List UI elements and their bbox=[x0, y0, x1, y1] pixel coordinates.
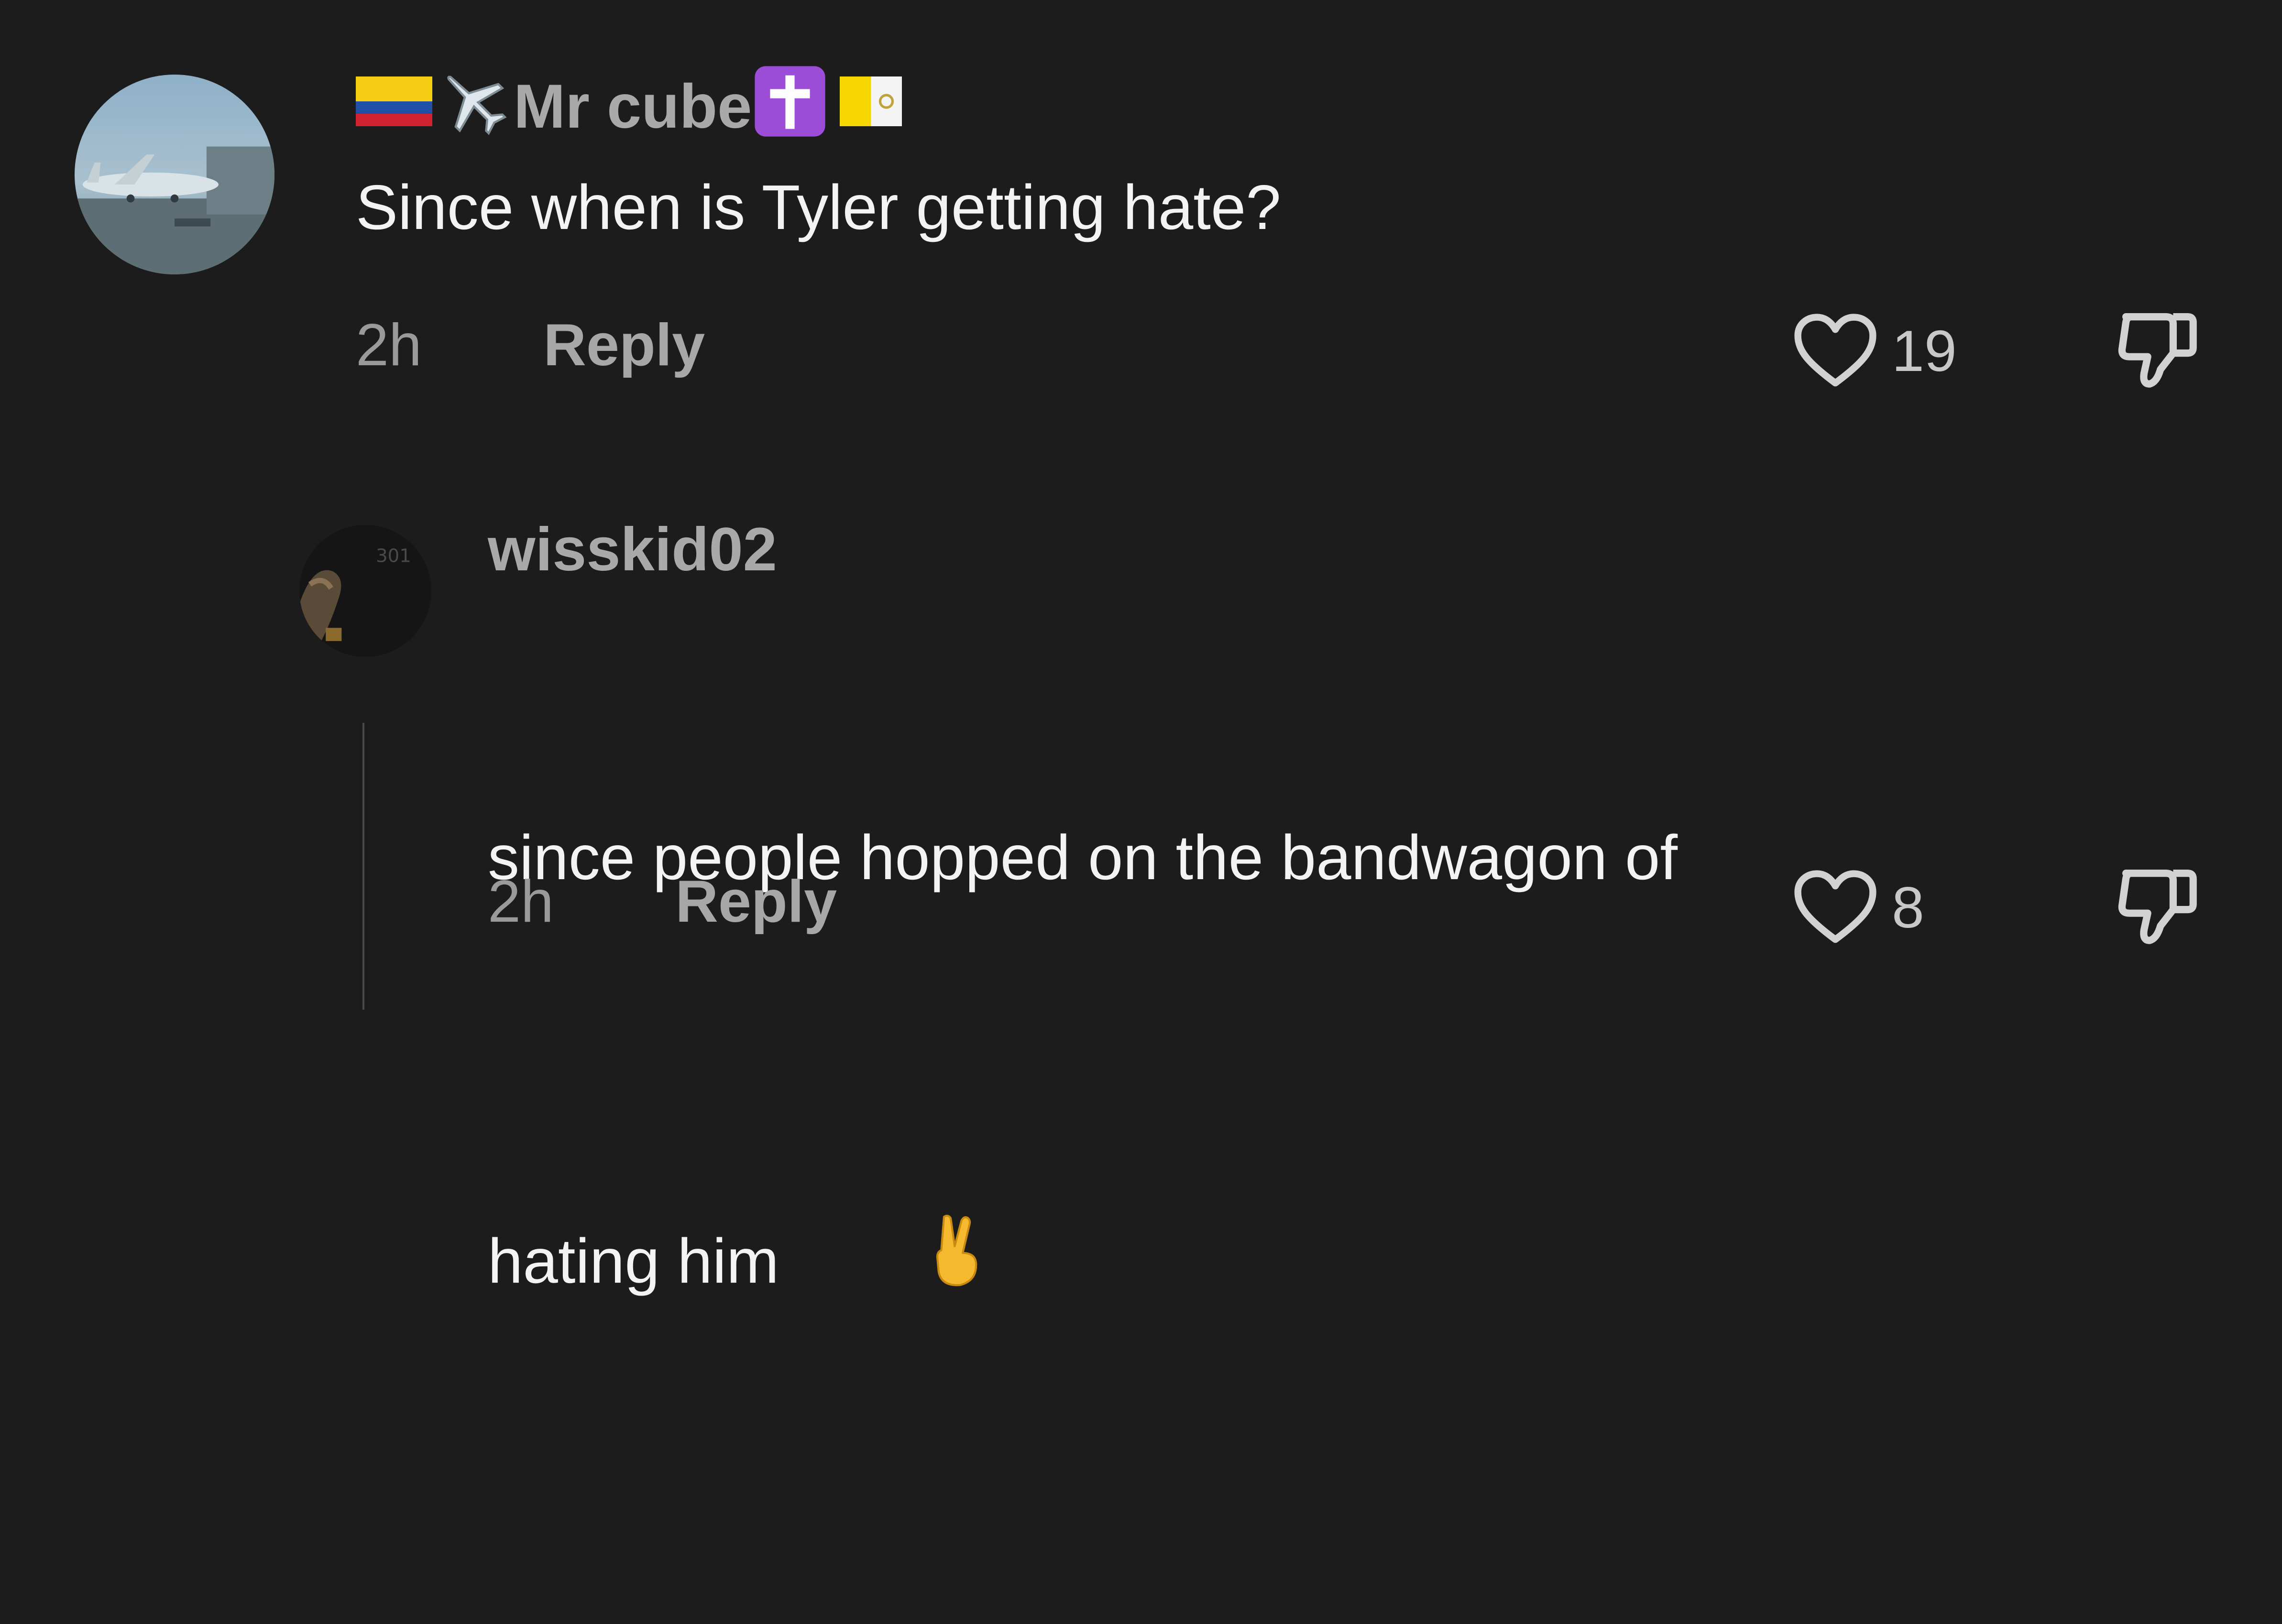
vatican-flag-icon bbox=[840, 70, 902, 142]
comment-actions: 2h Reply bbox=[488, 872, 837, 931]
thumbs-down-icon bbox=[2111, 861, 2206, 951]
thumbs-down-icon bbox=[2111, 304, 2206, 395]
comment-text-line: hating him bbox=[488, 1110, 1678, 1422]
like-count: 19 bbox=[1892, 318, 1957, 383]
dislike-button[interactable] bbox=[2111, 861, 2206, 951]
username-label: Mr cube bbox=[514, 71, 752, 141]
comment-actions: 2h Reply bbox=[356, 316, 705, 375]
dislike-button[interactable] bbox=[2111, 304, 2206, 395]
thread-line bbox=[362, 723, 364, 1010]
latin-cross-icon bbox=[752, 63, 828, 149]
comment-timestamp: 2h bbox=[488, 869, 554, 935]
comment-item: Mr cube Since when is Tyler getting hate… bbox=[0, 0, 2282, 478]
heart-icon bbox=[1792, 313, 1878, 389]
avatar[interactable] bbox=[75, 75, 274, 274]
reply-button[interactable]: Reply bbox=[675, 869, 837, 935]
comment-username[interactable]: wisskid02 bbox=[488, 519, 777, 580]
comment-text: since people hopped on the bandwagon of … bbox=[488, 605, 1678, 1624]
like-count: 8 bbox=[1892, 875, 1924, 940]
comment-text-part: hating him bbox=[488, 1226, 779, 1297]
reply-comment-item: 301 wisskid02 since people hopped on the… bbox=[0, 478, 2282, 1296]
colombia-flag-icon bbox=[356, 74, 432, 139]
avatar[interactable]: 301 bbox=[299, 525, 431, 657]
like-button[interactable]: 19 bbox=[1792, 313, 1957, 389]
heart-icon bbox=[1792, 869, 1878, 946]
comment-text: Since when is Tyler getting hate? bbox=[356, 172, 1281, 242]
svg-text:301: 301 bbox=[376, 545, 411, 567]
comment-timestamp: 2h bbox=[356, 312, 422, 378]
reply-button[interactable]: Reply bbox=[543, 312, 705, 378]
airplane-at-gate-photo bbox=[75, 75, 274, 274]
dark-hand-photo: 301 bbox=[299, 525, 431, 657]
airplane-icon bbox=[432, 65, 514, 147]
victory-hand-icon bbox=[784, 1110, 991, 1422]
comment-username[interactable]: Mr cube bbox=[356, 63, 902, 149]
like-button[interactable]: 8 bbox=[1792, 869, 1924, 946]
